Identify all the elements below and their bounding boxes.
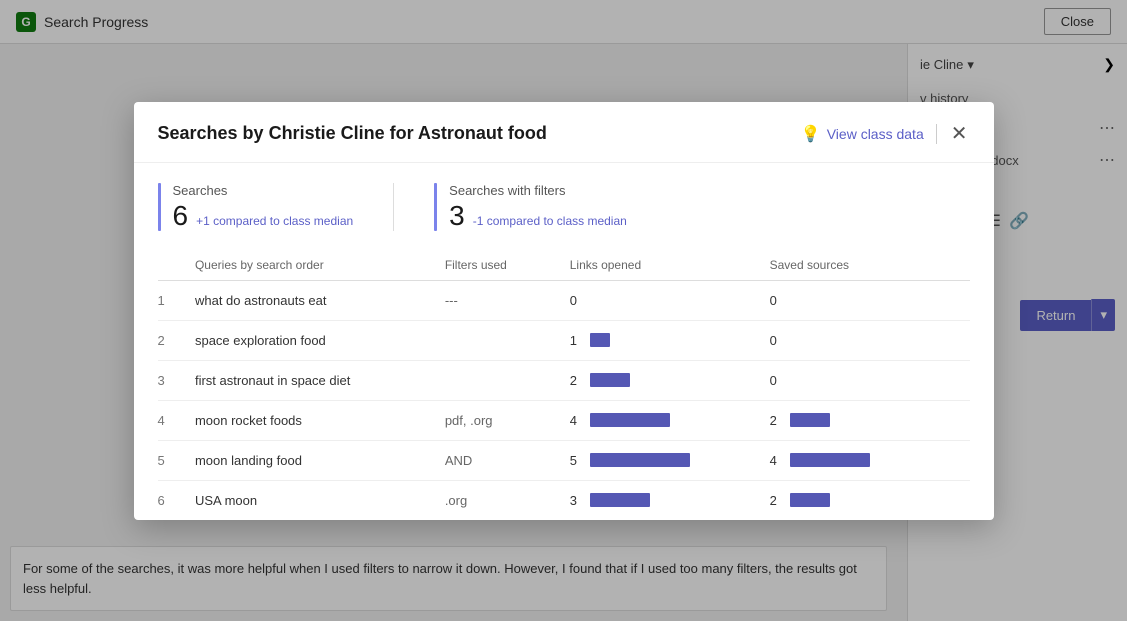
modal-dialog: Searches by Christie Cline for Astronaut… (134, 102, 994, 520)
links-count: 4 (570, 413, 582, 428)
stat-content-filters: Searches with filters 3 -1 compared to c… (449, 183, 627, 232)
stat-border-searches (158, 183, 161, 231)
row-num: 2 (158, 320, 195, 360)
row-query: first astronaut in space diet (195, 360, 445, 400)
modal-header: Searches by Christie Cline for Astronaut… (134, 102, 994, 163)
row-query: what do astronauts eat (195, 280, 445, 320)
stat-compare-searches: +1 compared to class median (196, 214, 353, 228)
row-saved: 4 (770, 440, 970, 480)
stat-number-filters: 3 (449, 200, 465, 232)
header-divider (936, 124, 937, 144)
col-links: Links opened (570, 252, 770, 281)
row-links: 5 (570, 440, 770, 480)
row-query: USA moon (195, 480, 445, 520)
view-class-label: View class data (827, 126, 924, 142)
links-count: 1 (570, 333, 582, 348)
row-query: moon rocket foods (195, 400, 445, 440)
stats-row: Searches 6 +1 compared to class median S… (134, 163, 994, 252)
row-filter: .org (445, 480, 570, 520)
searches-table: Queries by search order Filters used Lin… (158, 252, 970, 520)
row-links: 1 (570, 320, 770, 360)
modal-close-button[interactable]: ✕ (949, 122, 970, 146)
links-bar (590, 453, 690, 467)
view-class-link[interactable]: 💡 View class data (801, 124, 924, 144)
row-filter (445, 320, 570, 360)
col-filters: Filters used (445, 252, 570, 281)
row-links: 3 (570, 480, 770, 520)
table-row: 2space exploration food 1 0 (158, 320, 970, 360)
col-num (158, 252, 195, 281)
saved-bar (790, 413, 830, 427)
stat-filters: Searches with filters 3 -1 compared to c… (434, 183, 667, 232)
saved-count: 0 (770, 333, 782, 348)
row-saved: 0 (770, 280, 970, 320)
saved-count: 2 (770, 413, 782, 428)
modal-title: Searches by Christie Cline for Astronaut… (158, 123, 547, 144)
row-query: space exploration food (195, 320, 445, 360)
row-links: 4 (570, 400, 770, 440)
row-saved: 2 (770, 480, 970, 520)
row-links: 0 (570, 280, 770, 320)
links-count: 0 (570, 293, 582, 308)
stat-divider (393, 183, 394, 231)
stat-value-row-searches: 6 +1 compared to class median (173, 200, 354, 232)
stat-searches: Searches 6 +1 compared to class median (158, 183, 394, 232)
row-num: 4 (158, 400, 195, 440)
modal-header-right: 💡 View class data ✕ (801, 122, 970, 146)
stat-label-searches: Searches (173, 183, 354, 198)
row-num: 5 (158, 440, 195, 480)
modal-table: Queries by search order Filters used Lin… (134, 252, 994, 520)
links-bar (590, 413, 670, 427)
stat-border-filters (434, 183, 437, 231)
stat-label-filters: Searches with filters (449, 183, 627, 198)
saved-bar (790, 453, 870, 467)
saved-count: 0 (770, 293, 782, 308)
row-num: 1 (158, 280, 195, 320)
table-row: 4moon rocket foodspdf, .org42 (158, 400, 970, 440)
table-row: 3first astronaut in space diet 2 0 (158, 360, 970, 400)
saved-bar (790, 493, 830, 507)
row-num: 6 (158, 480, 195, 520)
col-saved: Saved sources (770, 252, 970, 281)
row-saved: 0 (770, 360, 970, 400)
row-filter: AND (445, 440, 570, 480)
row-saved: 2 (770, 400, 970, 440)
links-bar (590, 493, 650, 507)
links-count: 3 (570, 493, 582, 508)
table-row: 5moon landing foodAND54 (158, 440, 970, 480)
stat-value-row-filters: 3 -1 compared to class median (449, 200, 627, 232)
row-saved: 0 (770, 320, 970, 360)
lightbulb-icon: 💡 (801, 124, 821, 144)
saved-count: 4 (770, 453, 782, 468)
saved-count: 0 (770, 373, 782, 388)
row-query: moon landing food (195, 440, 445, 480)
links-bar (590, 373, 630, 387)
row-filter (445, 360, 570, 400)
links-bar (590, 333, 610, 347)
stat-compare-filters: -1 compared to class median (473, 214, 627, 228)
row-num: 3 (158, 360, 195, 400)
row-filter: pdf, .org (445, 400, 570, 440)
table-row: 1what do astronauts eat---00 (158, 280, 970, 320)
links-count: 5 (570, 453, 582, 468)
stat-number-searches: 6 (173, 200, 189, 232)
links-count: 2 (570, 373, 582, 388)
saved-count: 2 (770, 493, 782, 508)
table-row: 6USA moon.org3 2 (158, 480, 970, 520)
row-links: 2 (570, 360, 770, 400)
stat-content-searches: Searches 6 +1 compared to class median (173, 183, 354, 232)
col-query: Queries by search order (195, 252, 445, 281)
row-filter: --- (445, 280, 570, 320)
